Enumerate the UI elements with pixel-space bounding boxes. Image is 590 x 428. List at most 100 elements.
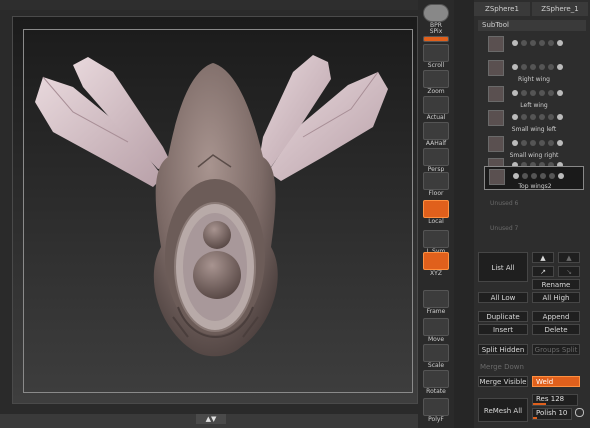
subtool-item[interactable]: Top wings2 <box>484 166 584 190</box>
local-button[interactable]: Local <box>423 200 449 226</box>
expand-tray-icon[interactable]: ▲▼ <box>196 414 226 424</box>
subtool-toggle-icon[interactable] <box>530 90 536 96</box>
subtool-toggle-icon[interactable] <box>548 64 554 70</box>
body <box>153 63 278 357</box>
all-low-button[interactable]: All Low <box>478 292 528 303</box>
polish-circle-icon[interactable] <box>575 408 584 417</box>
tray-divider[interactable] <box>454 0 474 428</box>
move-up-button[interactable]: ▲ <box>532 252 554 263</box>
subtool-item[interactable]: Small wing left <box>484 108 584 133</box>
rename-button[interactable]: Rename <box>532 279 580 290</box>
subtool-item[interactable]: Small wing right <box>484 134 584 159</box>
subtool-toggle-icon[interactable] <box>557 64 563 70</box>
split-hidden-button[interactable]: Split Hidden <box>478 344 528 355</box>
frame-button[interactable]: Frame <box>423 290 449 316</box>
subtool-toggle-icon[interactable] <box>549 173 555 179</box>
subtool-visibility-icons[interactable] <box>512 90 566 96</box>
subtool-toggle-icon[interactable] <box>530 114 536 120</box>
subtool-toggle-icon[interactable] <box>548 90 554 96</box>
delete-button[interactable]: Delete <box>532 324 580 335</box>
subtool-toggle-icon[interactable] <box>521 114 527 120</box>
remesh-all-button[interactable]: ReMesh All <box>478 398 528 422</box>
subtool-toggle-icon[interactable] <box>539 90 545 96</box>
subtool-visibility-icons[interactable] <box>512 114 566 120</box>
bpr-button[interactable]: BPR <box>423 4 449 30</box>
polish-slider-fill <box>533 417 537 419</box>
floor-button[interactable]: Floor <box>423 172 449 198</box>
subtool-toggle-icon[interactable] <box>522 173 528 179</box>
subtool-toggle-icon[interactable] <box>513 173 519 179</box>
viewport-canvas[interactable] <box>12 16 418 404</box>
subtool-toggle-icon[interactable] <box>548 140 554 146</box>
subtool-toggle-icon[interactable] <box>539 40 545 46</box>
move-up-dim-button[interactable]: ▲ <box>558 252 580 263</box>
subtool-visibility-icons[interactable] <box>512 140 566 146</box>
subtool-item[interactable]: Right wing <box>484 58 584 83</box>
subtool-toggle-icon[interactable] <box>512 90 518 96</box>
subtool-toggle-icon[interactable] <box>530 40 536 46</box>
zoom-button[interactable]: Zoom <box>423 70 449 96</box>
subtool-toggle-icon[interactable] <box>521 90 527 96</box>
spix-label: SPix <box>429 28 443 35</box>
xyz-button[interactable]: XYZ <box>423 252 449 278</box>
spix-button[interactable]: SPix <box>423 28 449 42</box>
aahalf-icon <box>423 122 449 140</box>
subtool-visibility-icons[interactable] <box>513 173 567 179</box>
subtool-toggle-icon[interactable] <box>557 140 563 146</box>
list-all-button[interactable]: List All <box>478 252 528 282</box>
subtool-toggle-icon[interactable] <box>521 64 527 70</box>
subtool-visibility-icons[interactable] <box>512 64 566 70</box>
document-tab-2[interactable]: ZSphere_1 <box>532 2 588 16</box>
actual-button[interactable]: Actual <box>423 96 449 122</box>
subtool-toggle-icon[interactable] <box>557 114 563 120</box>
subtool-toggle-icon[interactable] <box>521 140 527 146</box>
polish-slider[interactable]: Polish 10 <box>532 408 572 420</box>
insert-button[interactable]: Insert <box>478 324 528 335</box>
rotate-button[interactable]: Rotate <box>423 370 449 396</box>
subtool-toggle-icon[interactable] <box>557 90 563 96</box>
subtool-toggle-icon[interactable] <box>548 40 554 46</box>
scale-button[interactable]: Scale <box>423 344 449 370</box>
all-high-button[interactable]: All High <box>532 292 580 303</box>
subtool-toggle-icon[interactable] <box>530 140 536 146</box>
groups-split-button[interactable]: Groups Split <box>532 344 580 355</box>
subtool-toggle-icon[interactable] <box>539 140 545 146</box>
document-tab-1[interactable]: ZSphere1 <box>474 2 530 16</box>
move-icon <box>423 318 449 336</box>
subtool-toggle-icon[interactable] <box>530 64 536 70</box>
persp-button[interactable]: Persp <box>423 148 449 174</box>
subtool-toggle-icon[interactable] <box>540 173 546 179</box>
polyf-button[interactable]: PolyF <box>423 398 449 424</box>
append-button[interactable]: Append <box>532 311 580 322</box>
subtool-toggle-icon[interactable] <box>539 114 545 120</box>
subtool-toggle-icon[interactable] <box>512 40 518 46</box>
subtool-toggle-icon[interactable] <box>512 140 518 146</box>
zsphere-model[interactable] <box>13 17 417 403</box>
subtool-toggle-icon[interactable] <box>558 173 564 179</box>
merge-visible-button[interactable]: Merge Visible <box>478 376 528 387</box>
subtool-header[interactable]: SubTool <box>478 20 586 31</box>
move-down-dim-button[interactable]: ↘ <box>558 266 580 277</box>
subtool-item[interactable] <box>484 34 584 58</box>
subtool-toggle-icon[interactable] <box>548 114 554 120</box>
scroll-button[interactable]: Scroll <box>423 44 449 70</box>
subtool-toggle-icon[interactable] <box>521 40 527 46</box>
subtool-toggle-icon[interactable] <box>531 173 537 179</box>
res-slider[interactable]: Res 128 <box>532 394 578 406</box>
move-down-button[interactable]: ↗ <box>532 266 554 277</box>
scroll-label: Scroll <box>427 62 445 69</box>
subtool-toggle-icon[interactable] <box>512 64 518 70</box>
rotate-label: Rotate <box>426 388 446 395</box>
move-button[interactable]: Move <box>423 318 449 344</box>
subtool-toggle-icon[interactable] <box>539 64 545 70</box>
merge-down-label[interactable]: Merge Down <box>480 363 524 371</box>
subtool-item[interactable]: Left wing <box>484 84 584 109</box>
subtool-visibility-icons[interactable] <box>512 40 566 46</box>
subtool-toggle-icon[interactable] <box>557 40 563 46</box>
subtool-toggle-icon[interactable] <box>512 114 518 120</box>
subtool-thumbnail <box>488 36 504 52</box>
aahalf-button[interactable]: AAHalf <box>423 122 449 148</box>
duplicate-button[interactable]: Duplicate <box>478 311 528 322</box>
scale-icon <box>423 344 449 362</box>
weld-toggle[interactable]: Weld <box>532 376 580 387</box>
